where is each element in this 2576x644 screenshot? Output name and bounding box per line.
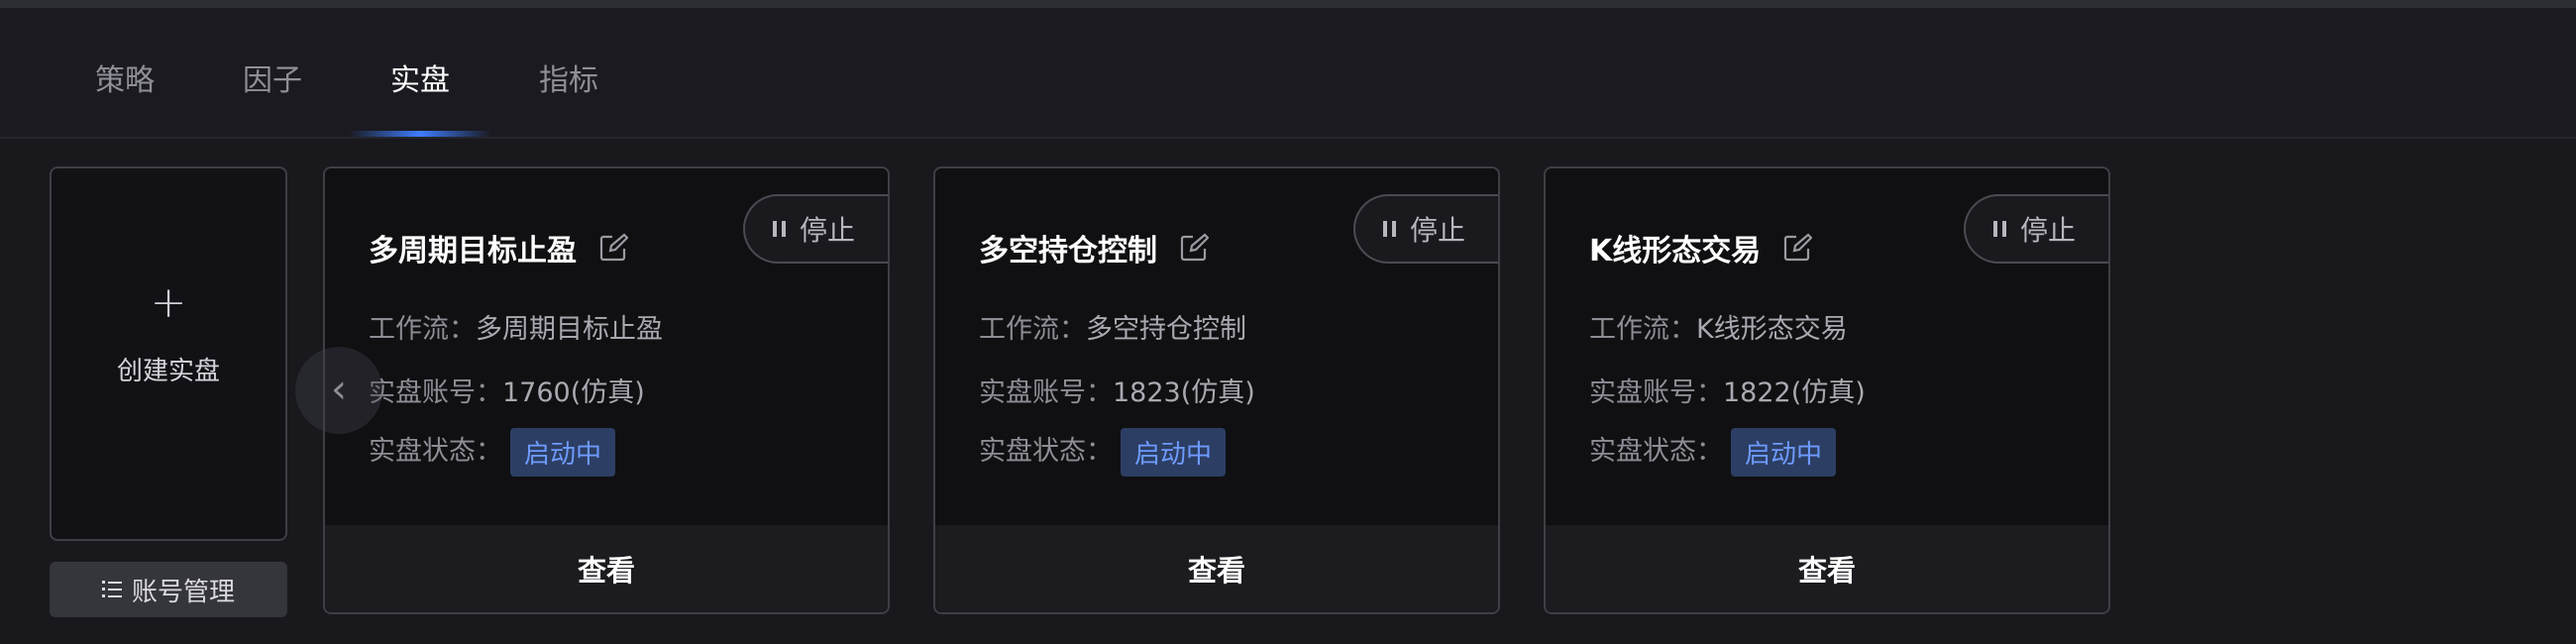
status-row: 实盘状态： 启动中 [369,428,616,477]
workflow-label: 工作流： [369,314,476,345]
tab-live[interactable]: 实盘 [390,55,450,99]
plus-icon: + [150,277,187,328]
view-button[interactable]: 查看 [325,525,888,612]
card-title: K线形态交易 [1589,234,1762,268]
workflow-label: 工作流： [1589,314,1696,345]
create-live-button[interactable]: + 创建实盘 [50,166,287,541]
edit-icon[interactable] [1179,233,1210,263]
stop-label: 停止 [800,214,856,247]
tab-bar: 策略 因子 实盘 指标 [0,8,2576,139]
account-value: 1822(仿真) [1723,377,1866,408]
edit-icon[interactable] [598,233,629,263]
stop-label: 停止 [2020,214,2077,247]
workflow-row: 工作流：K线形态交易 [1589,307,1848,346]
status-label: 实盘状态： [1589,436,1723,467]
create-live-label: 创建实盘 [116,357,220,386]
stop-label: 停止 [1410,214,1466,247]
account-row: 实盘账号：1822(仿真) [1589,371,1866,409]
account-label: 实盘账号： [979,377,1113,408]
card-title: 多空持仓控制 [979,234,1157,268]
tab-factor[interactable]: 因子 [243,55,302,99]
workflow-label: 工作流： [979,314,1086,345]
account-row: 实盘账号：1823(仿真) [979,371,1255,409]
account-value: 1760(仿真) [502,377,645,408]
view-button[interactable]: 查看 [1546,525,2108,612]
status-label: 实盘状态： [369,436,502,467]
status-badge: 启动中 [1121,428,1227,477]
view-button[interactable]: 查看 [935,525,1498,612]
account-label: 实盘账号： [369,377,502,408]
account-label: 实盘账号： [1589,377,1723,408]
card-title-row: K线形态交易 [1589,226,1813,269]
carousel-prev-button[interactable]: ‹ [295,347,382,434]
live-card: K线形态交易 停止 工作流：K线形态交易 实盘账号：1822(仿真) 实盘状态：… [1544,166,2110,614]
edit-icon[interactable] [1782,233,1813,263]
status-badge: 启动中 [1731,428,1837,477]
live-card: 多周期目标止盈 停止 工作流：多周期目标止盈 实盘账号：1760(仿真) 实盘状… [323,166,890,614]
card-title: 多周期目标止盈 [369,234,577,268]
account-management-button[interactable]: 账号管理 [50,562,287,617]
status-row: 实盘状态： 启动中 [979,428,1227,477]
stop-button[interactable]: 停止 [743,194,888,264]
workflow-value: 多空持仓控制 [1086,314,1246,345]
tab-strategy[interactable]: 策略 [95,55,155,99]
live-card: 多空持仓控制 停止 工作流：多空持仓控制 实盘账号：1823(仿真) 实盘状态：… [933,166,1500,614]
status-row: 实盘状态： 启动中 [1589,428,1837,477]
account-row: 实盘账号：1760(仿真) [369,371,645,409]
card-title-row: 多周期目标止盈 [369,226,629,269]
chevron-left-icon: ‹ [331,367,347,412]
workflow-value: K线形态交易 [1696,314,1848,345]
workflow-row: 工作流：多空持仓控制 [979,307,1246,346]
active-tab-indicator [349,131,491,137]
account-value: 1823(仿真) [1113,377,1255,408]
workflow-row: 工作流：多周期目标止盈 [369,307,663,346]
list-icon [101,581,122,598]
status-badge: 启动中 [510,428,616,477]
stop-button[interactable]: 停止 [1964,194,2108,264]
stop-button[interactable]: 停止 [1353,194,1498,264]
card-title-row: 多空持仓控制 [979,226,1210,269]
status-label: 实盘状态： [979,436,1113,467]
account-management-label: 账号管理 [131,577,235,607]
pause-icon [1993,221,2006,237]
top-border [0,0,2576,8]
tab-indicator[interactable]: 指标 [539,55,598,99]
pause-icon [1383,221,1396,237]
workflow-value: 多周期目标止盈 [476,314,663,345]
pause-icon [773,221,786,237]
